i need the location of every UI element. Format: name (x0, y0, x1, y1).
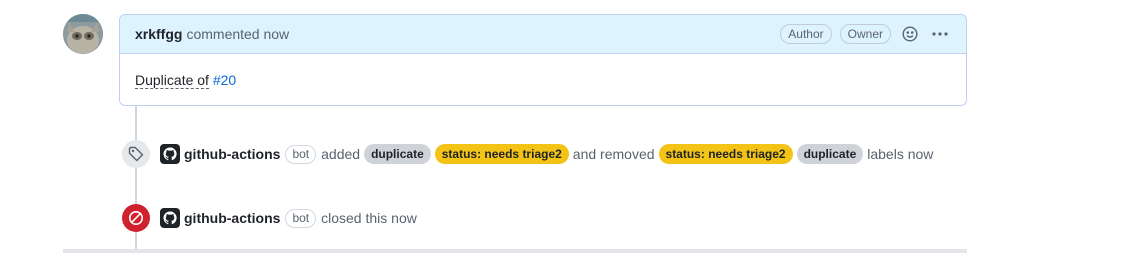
labels-suffix-text: labels now (867, 146, 934, 162)
actor-link[interactable]: github-actions (184, 146, 280, 162)
github-mark-icon[interactable] (160, 144, 180, 164)
duplicate-of-text: Duplicate of (135, 72, 209, 89)
comment-header: xrkffgg commented now Author Owner (120, 15, 966, 54)
label-duplicate[interactable]: duplicate (364, 144, 431, 164)
kebab-icon[interactable] (929, 23, 951, 45)
author-badge: Author (780, 24, 832, 44)
added-text: added (321, 146, 361, 162)
tag-icon (122, 140, 150, 168)
owner-badge: Owner (839, 24, 891, 44)
bottom-divider (63, 249, 967, 253)
github-mark-icon[interactable] (160, 208, 180, 228)
issue-link[interactable]: #20 (213, 72, 236, 88)
closed-circle-icon (122, 204, 150, 232)
avatar[interactable] (63, 14, 103, 54)
label-status-needs-triage2[interactable]: status: needs triage2 (658, 144, 793, 164)
comment-author-link[interactable]: xrkffgg (135, 26, 182, 42)
label-event: github-actions bot added duplicate statu… (122, 140, 937, 168)
comment-timestamp[interactable]: commented now (186, 26, 289, 42)
actor-link[interactable]: github-actions (184, 210, 280, 226)
closed-text: closed this now (321, 210, 417, 226)
comment-body: Duplicate of #20 (120, 54, 966, 105)
removed-text: and removed (572, 146, 655, 162)
comment-box: xrkffgg commented now Author Owner Dupli… (119, 14, 967, 106)
bot-badge: bot (285, 144, 317, 164)
label-status-needs-triage2[interactable]: status: needs triage2 (434, 144, 569, 164)
label-duplicate[interactable]: duplicate (796, 144, 864, 164)
smiley-icon[interactable] (899, 23, 921, 45)
bot-badge: bot (285, 208, 317, 228)
closed-event: github-actions bot closed this now (122, 204, 421, 232)
